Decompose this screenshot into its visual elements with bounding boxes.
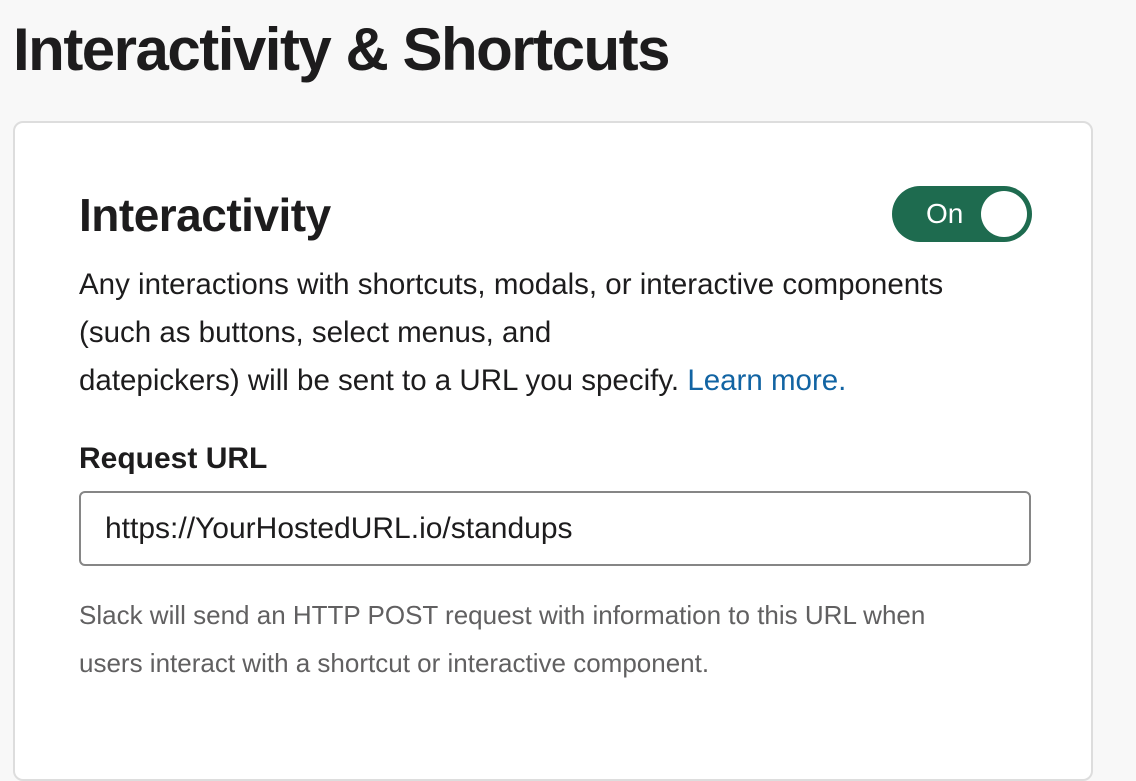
- toggle-label: On: [926, 198, 964, 229]
- interactivity-toggle[interactable]: On: [892, 186, 1032, 242]
- description-line-1: Any interactions with shortcuts, modals,…: [79, 268, 944, 301]
- learn-more-link[interactable]: Learn more.: [687, 364, 846, 397]
- toggle-knob: [981, 191, 1027, 237]
- section-title: Interactivity: [79, 189, 331, 241]
- description-line-3: datepickers) will be sent to a URL you s…: [79, 357, 1029, 405]
- request-url-label: Request URL: [79, 442, 268, 475]
- help-line-1: Slack will send an HTTP POST request wit…: [79, 600, 926, 630]
- help-line-2: users interact with a shortcut or intera…: [79, 648, 710, 678]
- page-title: Interactivity & Shortcuts: [13, 16, 671, 83]
- description-line-2: (such as buttons, select menus, and: [79, 316, 552, 349]
- request-url-help-text: Slack will send an HTTP POST request wit…: [79, 591, 1029, 687]
- section-description: Any interactions with shortcuts, modals,…: [79, 261, 1029, 405]
- interactivity-card: Interactivity On Any interactions with s…: [13, 121, 1093, 781]
- request-url-input[interactable]: [79, 491, 1031, 566]
- description-line-3-text: datepickers) will be sent to a URL you s…: [79, 364, 680, 397]
